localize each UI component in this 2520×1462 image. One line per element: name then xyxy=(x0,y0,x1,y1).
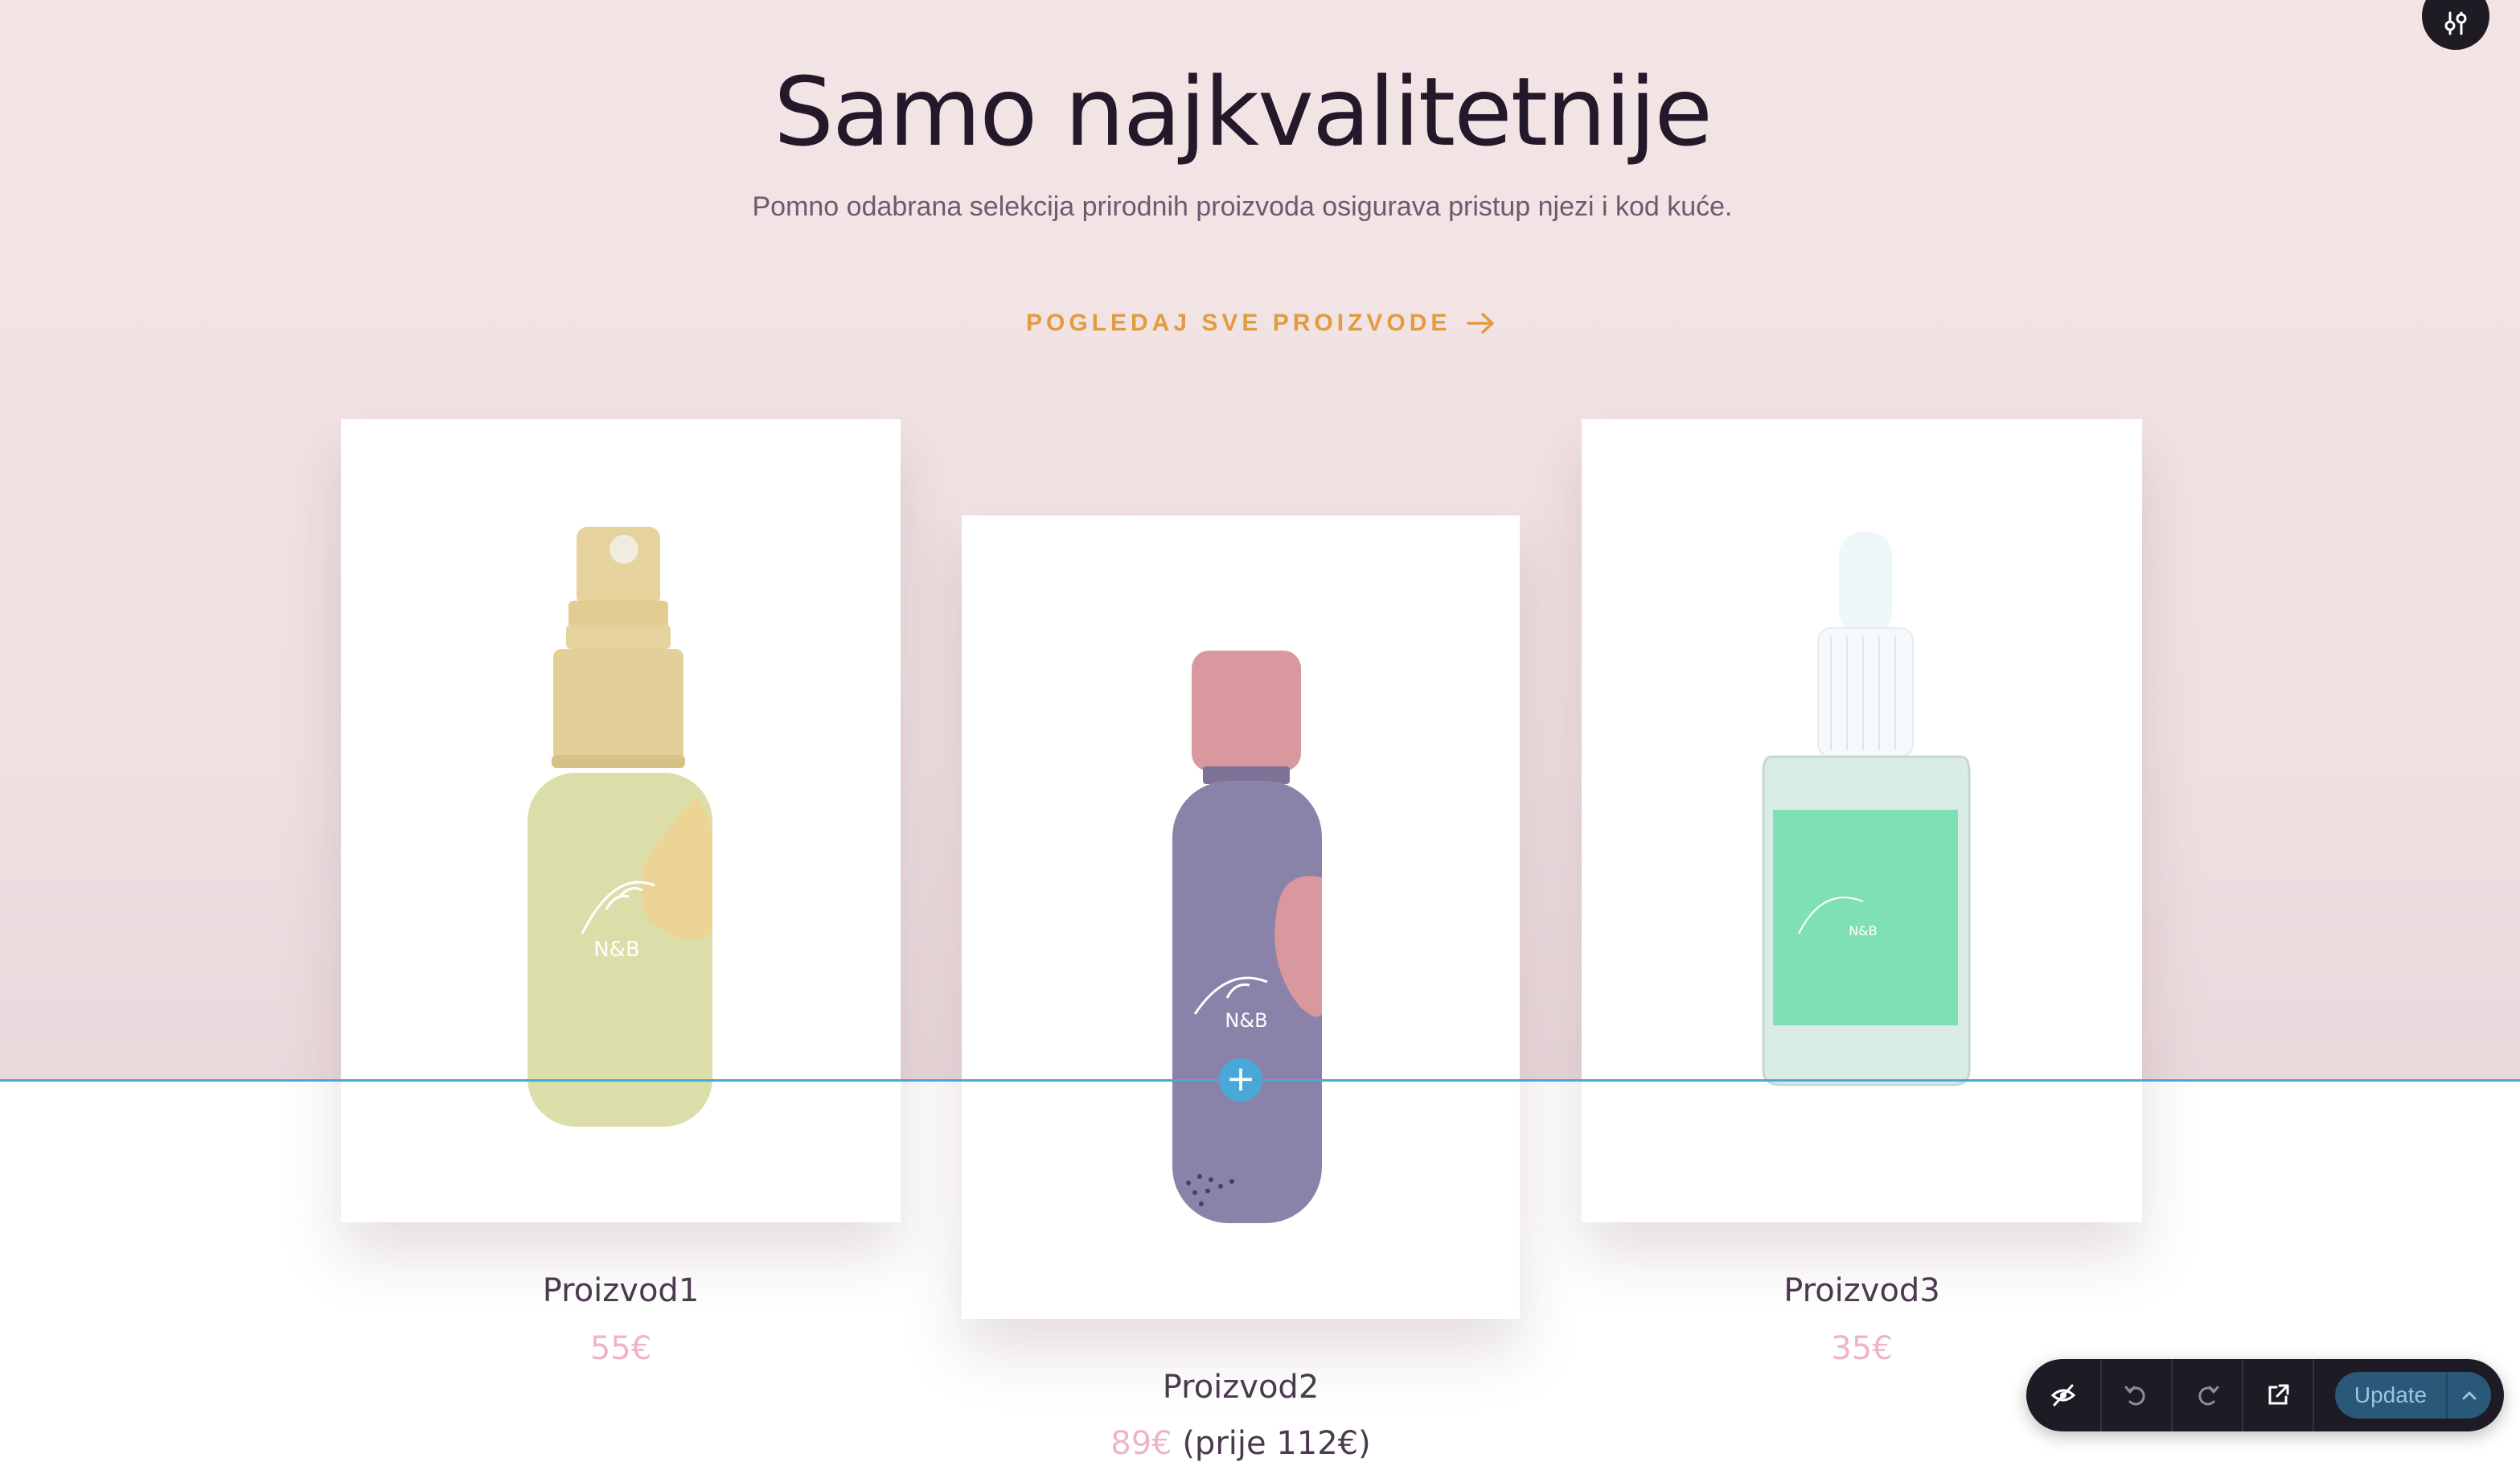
sale-price: 89€ xyxy=(1110,1425,1172,1462)
product-price-2: 89€ (prije 112€) xyxy=(962,1425,1520,1462)
product-image-purple-bottle: N&B xyxy=(1172,651,1322,1223)
product-card-3[interactable]: N&B xyxy=(1582,419,2142,1222)
product-card-1[interactable]: N&B xyxy=(341,419,901,1222)
open-external-button[interactable] xyxy=(2243,1359,2314,1431)
eye-off-icon xyxy=(2050,1384,2076,1407)
redo-button[interactable] xyxy=(2173,1359,2243,1431)
editor-toolbar: Update xyxy=(2026,1359,2504,1431)
sliders-icon xyxy=(2444,11,2467,35)
chevron-up-icon xyxy=(2462,1391,2477,1400)
hide-preview-button[interactable] xyxy=(2026,1359,2102,1431)
redo-icon xyxy=(2198,1386,2219,1406)
section-title: Samo najkvalitetnije xyxy=(774,56,1713,167)
original-price: (prije 112€) xyxy=(1182,1425,1371,1462)
undo-button[interactable] xyxy=(2102,1359,2173,1431)
product-price-1: 55€ xyxy=(589,1330,652,1367)
update-button-group: Update xyxy=(2335,1372,2491,1419)
update-button[interactable]: Update xyxy=(2335,1372,2446,1419)
brand-logo-1: N&B xyxy=(593,938,640,962)
undo-icon xyxy=(2124,1386,2145,1406)
product-name-2[interactable]: Proizvod2 xyxy=(962,1369,1520,1406)
product-image-spray-bottle: N&B xyxy=(527,527,712,1127)
view-all-products-label: POGLEDAJ SVE PROIZVODE xyxy=(1026,310,1451,336)
arrow-right-icon xyxy=(1467,313,1495,334)
update-options-button[interactable] xyxy=(2446,1372,2491,1419)
brand-logo-2: N&B xyxy=(1225,1009,1267,1032)
product-name-1[interactable]: Proizvod1 xyxy=(341,1272,901,1309)
section-subtitle: Pomno odabrana selekcija prirodnih proiz… xyxy=(752,191,1733,222)
product-image-dropper-bottle: N&B xyxy=(1762,532,1971,1086)
brand-logo-3: N&B xyxy=(1849,923,1877,938)
external-link-icon xyxy=(2268,1384,2289,1405)
view-all-products-link[interactable]: POGLEDAJ SVE PROIZVODE xyxy=(1026,307,1497,339)
product-card-2[interactable]: N&B xyxy=(962,515,1520,1319)
add-section-button[interactable]: + xyxy=(1219,1058,1262,1102)
product-name-3[interactable]: Proizvod3 xyxy=(1582,1272,2142,1309)
